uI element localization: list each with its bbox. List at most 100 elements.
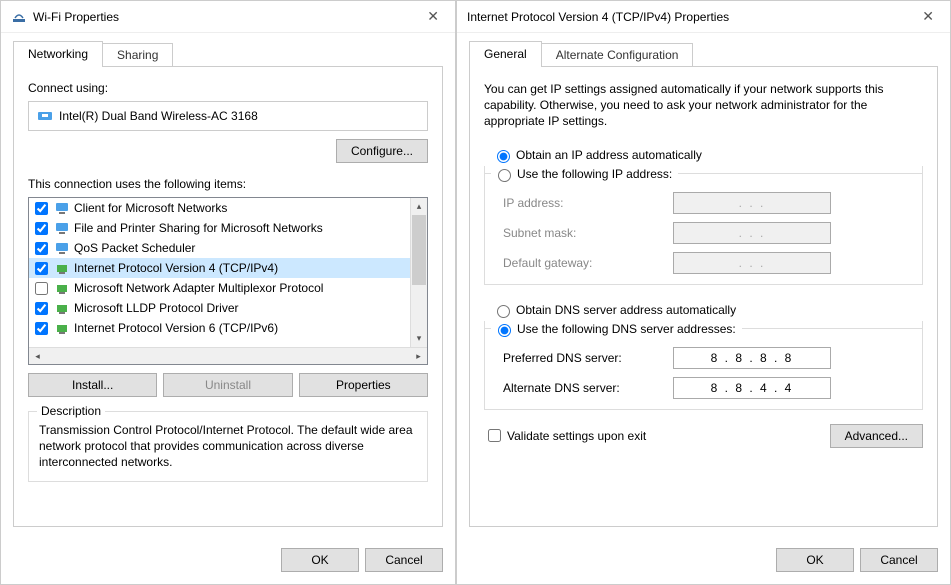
adapter-box[interactable]: Intel(R) Dual Band Wireless-AC 3168 [28,101,428,131]
client-service-icon [54,220,70,236]
ipv4-properties-dialog: Internet Protocol Version 4 (TCP/IPv4) P… [456,0,951,585]
dns-manual-group: Use the following DNS server addresses: … [484,321,923,410]
preferred-dns-label: Preferred DNS server: [503,351,673,365]
horizontal-scrollbar[interactable]: ◂ ▸ [29,347,427,364]
cancel-button-right[interactable]: Cancel [860,548,938,572]
ok-button-right[interactable]: OK [776,548,854,572]
scroll-left-arrow-icon[interactable]: ◂ [29,348,46,365]
protocol-icon [54,300,70,316]
validate-checkbox[interactable] [488,429,501,442]
adapter-name: Intel(R) Dual Band Wireless-AC 3168 [59,109,258,123]
validate-checkbox-row[interactable]: Validate settings upon exit [484,426,646,445]
default-gateway-label: Default gateway: [503,256,673,270]
radio-ip-auto-label: Obtain an IP address automatically [516,148,702,162]
list-item[interactable]: Client for Microsoft Networks [29,198,410,218]
list-item-label: Client for Microsoft Networks [74,201,227,215]
scrollbar-thumb[interactable] [412,215,426,285]
ip-address-input: . . . [673,192,831,214]
connection-items-list[interactable]: Client for Microsoft Networks File and Pr… [28,197,428,365]
tabs-right: General Alternate Configuration [457,33,950,67]
list-item-checkbox[interactable] [35,282,48,295]
preferred-dns-input[interactable]: 8 . 8 . 8 . 8 [673,347,831,369]
radio-dns-auto-label: Obtain DNS server address automatically [516,303,736,317]
subnet-mask-input: . . . [673,222,831,244]
configure-button[interactable]: Configure... [336,139,428,163]
footer-right: OK Cancel [457,536,950,584]
items-label: This connection uses the following items… [28,177,428,191]
subnet-mask-label: Subnet mask: [503,226,673,240]
install-button[interactable]: Install... [28,373,157,397]
client-service-icon [54,200,70,216]
connect-using-label: Connect using: [28,81,428,95]
list-item-label: QoS Packet Scheduler [74,241,195,255]
dialog-title: Wi-Fi Properties [33,10,421,24]
list-item-checkbox[interactable] [35,202,48,215]
ip-manual-group: Use the following IP address: IP address… [484,166,923,285]
description-groupbox: Description Transmission Control Protoco… [28,411,428,482]
default-gateway-input: . . . [673,252,831,274]
list-item-label: Internet Protocol Version 4 (TCP/IPv4) [74,261,278,275]
list-item[interactable]: QoS Packet Scheduler [29,238,410,258]
titlebar-left: Wi-Fi Properties ✕ [1,1,455,33]
tab-body-general: You can get IP settings assigned automat… [469,66,938,527]
radio-ip-manual[interactable] [498,169,511,182]
uninstall-button: Uninstall [163,373,292,397]
list-item-label: Microsoft LLDP Protocol Driver [74,301,239,315]
list-item-checkbox[interactable] [35,222,48,235]
list-item-label: Internet Protocol Version 6 (TCP/IPv6) [74,321,278,335]
alternate-dns-label: Alternate DNS server: [503,381,673,395]
cancel-button-left[interactable]: Cancel [365,548,443,572]
radio-ip-manual-label: Use the following IP address: [517,167,672,181]
tab-general[interactable]: General [469,41,542,67]
tab-sharing[interactable]: Sharing [102,43,173,67]
footer-left: OK Cancel [1,536,455,584]
close-button-right[interactable]: ✕ [916,6,940,27]
radio-dns-manual-row[interactable]: Use the following DNS server addresses: [491,321,738,337]
validate-label: Validate settings upon exit [507,429,646,443]
radio-ip-auto-row[interactable]: Obtain an IP address automatically [484,144,923,166]
list-item[interactable]: Internet Protocol Version 4 (TCP/IPv4) [29,258,410,278]
protocol-icon [54,320,70,336]
protocol-icon [54,280,70,296]
client-service-icon [54,240,70,256]
radio-ip-auto[interactable] [497,150,510,163]
close-button-left[interactable]: ✕ [421,6,445,27]
vertical-scrollbar[interactable]: ▴ ▾ [410,198,427,347]
radio-dns-auto[interactable] [497,305,510,318]
list-item-checkbox[interactable] [35,302,48,315]
list-item[interactable]: Internet Protocol Version 6 (TCP/IPv6) [29,318,410,338]
description-text: Transmission Control Protocol/Internet P… [39,422,417,471]
titlebar-right: Internet Protocol Version 4 (TCP/IPv4) P… [457,1,950,33]
list-item[interactable]: File and Printer Sharing for Microsoft N… [29,218,410,238]
list-item-label: Microsoft Network Adapter Multiplexor Pr… [74,281,323,295]
dialog-title-right: Internet Protocol Version 4 (TCP/IPv4) P… [467,10,916,24]
protocol-icon [54,260,70,276]
list-item-checkbox[interactable] [35,242,48,255]
wifi-properties-dialog: Wi-Fi Properties ✕ Networking Sharing Co… [0,0,456,585]
list-item[interactable]: Microsoft Network Adapter Multiplexor Pr… [29,278,410,298]
intro-text: You can get IP settings assigned automat… [484,81,923,130]
properties-button[interactable]: Properties [299,373,428,397]
radio-dns-manual-label: Use the following DNS server addresses: [517,322,736,336]
advanced-button[interactable]: Advanced... [830,424,923,448]
scroll-up-arrow-icon[interactable]: ▴ [411,198,427,215]
ip-address-label: IP address: [503,196,673,210]
list-item[interactable]: Microsoft LLDP Protocol Driver [29,298,410,318]
list-item-checkbox[interactable] [35,262,48,275]
scroll-right-arrow-icon[interactable]: ▸ [410,348,427,365]
tabs-left: Networking Sharing [1,33,455,67]
tab-networking[interactable]: Networking [13,41,103,67]
description-title: Description [37,404,105,418]
radio-dns-auto-row[interactable]: Obtain DNS server address automatically [484,299,923,321]
list-item-label: File and Printer Sharing for Microsoft N… [74,221,323,235]
network-adapter-icon [37,108,53,124]
radio-ip-manual-row[interactable]: Use the following IP address: [491,166,674,182]
tab-alternate-config[interactable]: Alternate Configuration [541,43,694,67]
list-item-checkbox[interactable] [35,322,48,335]
ok-button-left[interactable]: OK [281,548,359,572]
radio-dns-manual[interactable] [498,324,511,337]
wifi-adapter-icon [11,9,27,25]
tab-body-networking: Connect using: Intel(R) Dual Band Wirele… [13,66,443,527]
scroll-down-arrow-icon[interactable]: ▾ [411,330,427,347]
alternate-dns-input[interactable]: 8 . 8 . 4 . 4 [673,377,831,399]
